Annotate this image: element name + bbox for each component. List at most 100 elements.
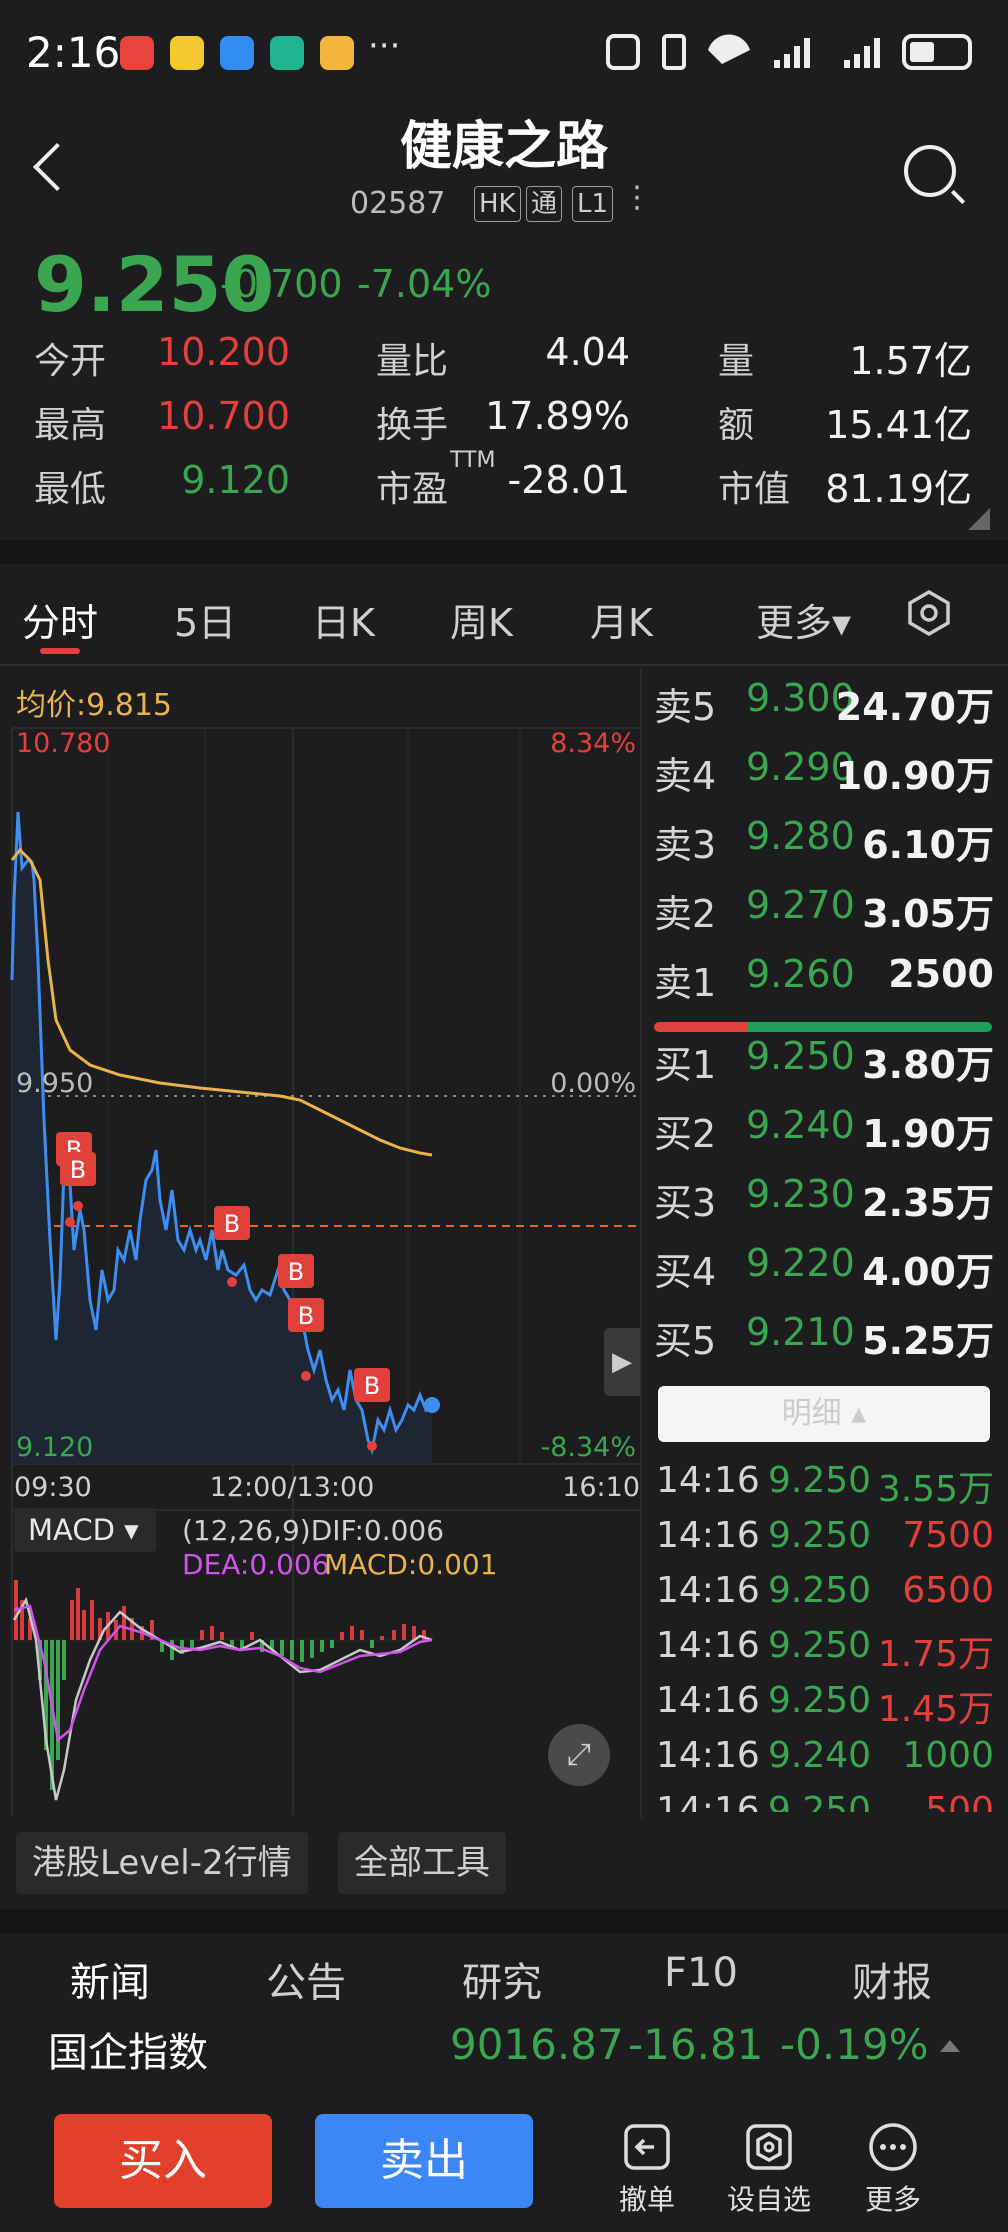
- tab-intraday[interactable]: 分时: [22, 592, 98, 647]
- ask-label: 卖3: [654, 823, 717, 867]
- macd-params: (12,26,9)DIF:0.006: [182, 1514, 445, 1547]
- chart-settings-icon[interactable]: [906, 590, 952, 636]
- ask-volume: 6.10万: [862, 823, 994, 867]
- chevron-right-icon[interactable]: ▶: [604, 1328, 640, 1396]
- quote-expand-corner[interactable]: [968, 508, 990, 530]
- y-axis-mid: 9.950: [16, 1068, 93, 1099]
- buy-marker-label: B: [298, 1302, 314, 1330]
- message-app-icon: [220, 36, 254, 70]
- trade-row: 14:16 9.250 7500: [656, 1515, 994, 1570]
- more-label[interactable]: 更多: [843, 2178, 943, 2218]
- trade-time: 14:16: [656, 1570, 760, 1611]
- ask-label: 卖4: [654, 754, 717, 798]
- tab-daily-k[interactable]: 日K: [312, 592, 375, 647]
- bid-price: 9.240: [746, 1103, 855, 1147]
- tab-weekly-k[interactable]: 周K: [450, 592, 513, 647]
- tag-level1: L1: [572, 186, 614, 222]
- trade-price: 9.250: [768, 1625, 872, 1666]
- trade-row: 14:16 9.250 1.45万: [656, 1680, 994, 1735]
- buy-marker-label: B: [70, 1156, 86, 1184]
- price-change: -0.700: [220, 262, 343, 306]
- trade-price: 9.250: [768, 1515, 872, 1556]
- buy-marker: B: [354, 1368, 390, 1402]
- search-icon[interactable]: [904, 145, 956, 197]
- more-icon[interactable]: [866, 2120, 920, 2174]
- ask-price: 9.280: [746, 814, 855, 858]
- hk-level2-chip[interactable]: 港股Level-2行情: [16, 1832, 308, 1894]
- mail-app-icon: [320, 36, 354, 70]
- ask-row: 卖2 9.270 3.05万: [654, 883, 994, 943]
- trade-volume: 500: [925, 1790, 994, 1812]
- expand-icon[interactable]: ⤢: [548, 1724, 610, 1786]
- tab-announcements[interactable]: 公告: [266, 1950, 346, 2008]
- buy-marker: B: [288, 1298, 324, 1332]
- open-value: 10.200: [157, 330, 290, 374]
- tab-active-indicator: [40, 648, 80, 654]
- buy-button[interactable]: 买入: [54, 2114, 272, 2208]
- price-change-pct: -7.04%: [357, 262, 492, 306]
- all-tools-chip[interactable]: 全部工具: [338, 1832, 506, 1894]
- tab-5day[interactable]: 5日: [174, 592, 236, 647]
- cancel-order-icon[interactable]: [620, 2120, 674, 2174]
- status-icons: [606, 34, 972, 70]
- signal-1-icon: [774, 38, 810, 68]
- bid-volume: 2.35万: [862, 1181, 994, 1225]
- vol-ratio-label: 量比: [376, 341, 449, 382]
- trade-row: 14:16 9.250 1.75万: [656, 1625, 994, 1680]
- ask-volume: 2500: [888, 952, 994, 996]
- bid-label: 买3: [654, 1181, 717, 1225]
- trade-time: 14:16: [656, 1790, 760, 1812]
- trade-row: 14:16 9.250 6500: [656, 1570, 994, 1625]
- ask-row: 卖5 9.300 24.70万: [654, 676, 994, 736]
- mcap-label: 市值: [718, 469, 791, 510]
- price-current-dot: [424, 1397, 440, 1413]
- tab-monthly-k[interactable]: 月K: [590, 592, 653, 647]
- vol-ratio-value: 4.04: [545, 330, 630, 374]
- vibrate-icon: [662, 34, 686, 70]
- x-axis-start: 09:30: [14, 1472, 92, 1503]
- bid-row: 买5 9.210 5.25万: [654, 1310, 994, 1370]
- bid-price: 9.230: [746, 1172, 855, 1216]
- tab-financials[interactable]: 财报: [852, 1950, 932, 2008]
- stock-name: 健康之路: [399, 117, 608, 177]
- wifi-icon: [708, 34, 750, 64]
- bid-price: 9.210: [746, 1310, 855, 1354]
- trade-time: 14:16: [656, 1515, 760, 1556]
- ask-row: 卖1 9.260 2500: [654, 952, 994, 1012]
- trade-detail-button[interactable]: 明细 ▴: [658, 1386, 990, 1442]
- tag-more-icon[interactable]: ⋮: [622, 180, 652, 215]
- sell-button[interactable]: 卖出: [315, 2114, 533, 2208]
- huawei-app-icon: [120, 36, 154, 70]
- trade-row: 14:16 9.240 1000: [656, 1735, 994, 1790]
- cancel-order-label[interactable]: 撤单: [597, 2178, 697, 2218]
- y-axis-top: 10.780: [16, 728, 110, 759]
- section-divider: [0, 540, 1008, 564]
- add-watchlist-icon[interactable]: [742, 2120, 796, 2174]
- trade-volume: 6500: [902, 1570, 994, 1611]
- tab-news[interactable]: 新闻: [70, 1950, 150, 2008]
- ask-label: 卖5: [654, 685, 717, 729]
- bid-volume: 1.90万: [862, 1112, 994, 1156]
- tag-hk: HK: [474, 186, 521, 222]
- buy-marker: B: [60, 1152, 96, 1186]
- macd-dea: DEA:0.006: [182, 1548, 330, 1581]
- bid-volume: 4.00万: [862, 1250, 994, 1294]
- index-change: -16.81: [628, 2020, 764, 2069]
- trade-volume: 3.55万: [877, 1469, 994, 1510]
- chevron-up-icon[interactable]: [940, 2040, 960, 2052]
- trade-price: 9.240: [768, 1735, 872, 1776]
- tab-f10[interactable]: F10: [664, 1950, 738, 1996]
- tab-more[interactable]: 更多▾: [756, 592, 851, 647]
- indicator-select[interactable]: MACD ▾: [14, 1508, 156, 1552]
- turnover-label: 换手: [376, 405, 449, 446]
- intraday-chart[interactable]: B B B B B B 10.780 8.34% 9.950 0.00% 9.1…: [0, 700, 640, 1820]
- open-label: 今开: [34, 341, 107, 382]
- bid-label: 买1: [654, 1043, 717, 1087]
- add-watchlist-label[interactable]: 设自选: [719, 2178, 819, 2218]
- buy-sell-ratio-green: [748, 1022, 992, 1032]
- tab-research[interactable]: 研究: [462, 1950, 542, 2008]
- trade-list[interactable]: 14:16 9.250 3.55万 14:16 9.250 7500 14:16…: [640, 1460, 1008, 1812]
- bid-row: 买2 9.240 1.90万: [654, 1103, 994, 1163]
- high-label: 最高: [34, 405, 107, 446]
- trade-time: 14:16: [656, 1735, 760, 1776]
